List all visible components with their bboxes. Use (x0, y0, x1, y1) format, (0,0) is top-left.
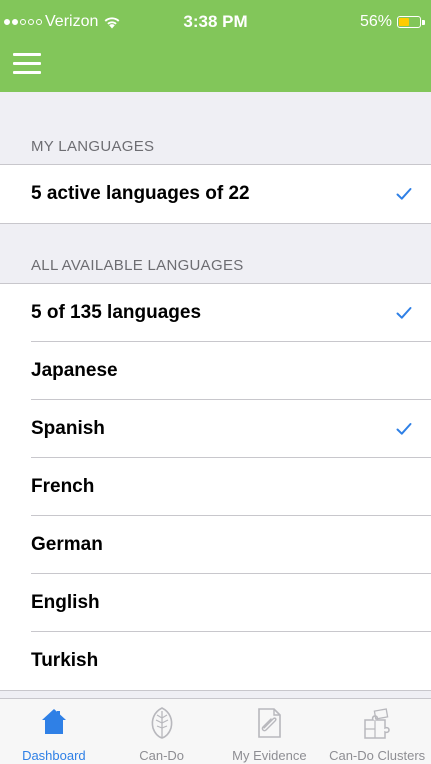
section-header-all-languages: ALL AVAILABLE LANGUAGES (0, 224, 431, 283)
row-label: 5 active languages of 22 (31, 183, 250, 204)
tab-bar: Dashboard Can-Do My Evidence Can-Do Clus… (0, 698, 431, 764)
puzzle-icon (364, 708, 390, 739)
checkmark-icon (396, 188, 412, 200)
leaf-icon (151, 707, 172, 739)
tab-label: Can-Do (139, 748, 185, 763)
section-header-my-languages: MY LANGUAGES (0, 92, 431, 164)
language-name: English (31, 592, 100, 613)
section-title: MY LANGUAGES (31, 138, 155, 155)
battery-percent: 56% (359, 13, 392, 30)
languages-list: MY LANGUAGES 5 active languages of 22 AL… (0, 92, 431, 698)
language-name: Turkish (31, 650, 99, 671)
my-languages-list: 5 active languages of 22 (0, 164, 431, 224)
tab-label: Can-Do Clusters (329, 748, 426, 763)
language-row-german[interactable]: German (0, 516, 431, 574)
menu-icon-bar (13, 62, 41, 65)
language-row-french[interactable]: French (0, 458, 431, 516)
checkmark-icon (396, 423, 412, 435)
menu-icon-bar (13, 71, 41, 74)
my-languages-summary-row[interactable]: 5 active languages of 22 (0, 165, 431, 223)
language-name: German (31, 534, 103, 555)
tab-my-evidence[interactable]: My Evidence (216, 699, 324, 764)
language-row-english[interactable]: English (0, 574, 431, 632)
tab-label: Dashboard (22, 748, 86, 763)
all-languages-summary-row[interactable]: 5 of 135 languages (0, 284, 431, 342)
menu-button[interactable] (13, 50, 43, 76)
row-label: 5 of 135 languages (31, 302, 202, 323)
tab-can-do-clusters[interactable]: Can-Do Clusters (323, 699, 431, 764)
battery-level (399, 18, 410, 26)
all-languages-list: 5 of 135 languages Japanese Spanish Fren… (0, 283, 431, 691)
status-right: 56% (360, 13, 425, 31)
language-name: Spanish (31, 418, 105, 439)
language-name: Japanese (31, 360, 118, 381)
home-icon (41, 709, 66, 734)
section-title: ALL AVAILABLE LANGUAGES (31, 257, 244, 274)
menu-icon-bar (13, 53, 41, 56)
checkmark-icon (396, 307, 412, 319)
language-row-turkish[interactable]: Turkish (0, 632, 431, 690)
app-header: Verizon 3:38 PM 56% (0, 0, 431, 92)
tab-dashboard[interactable]: Dashboard (0, 699, 108, 764)
tab-can-do[interactable]: Can-Do (108, 699, 216, 764)
status-bar: Verizon 3:38 PM 56% (0, 0, 431, 44)
battery-icon (397, 16, 421, 28)
language-row-japanese[interactable]: Japanese (0, 342, 431, 400)
language-name: French (31, 476, 95, 497)
tab-label: My Evidence (232, 748, 307, 763)
battery-tip (422, 19, 425, 25)
evidence-icon (258, 708, 282, 738)
language-row-spanish[interactable]: Spanish (0, 400, 431, 458)
